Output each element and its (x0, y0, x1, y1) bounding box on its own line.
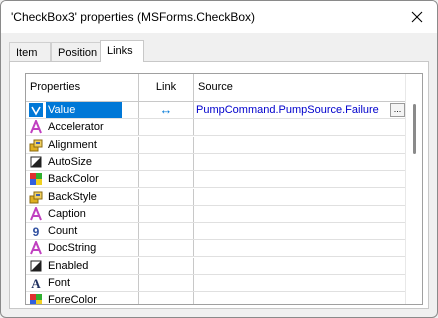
source-cell[interactable] (193, 292, 406, 304)
grid-row-docstring[interactable]: DocString (26, 240, 406, 258)
header-link[interactable]: Link (138, 74, 193, 101)
browse-source-button[interactable]: ... (390, 103, 405, 117)
property-name: Value (46, 102, 122, 118)
property-cell[interactable]: Value (26, 102, 138, 118)
tab-item-label: Item (16, 47, 38, 59)
close-button[interactable] (405, 5, 429, 29)
property-name: BackStyle (48, 190, 97, 203)
property-cell[interactable]: Alignment (26, 137, 138, 153)
link-cell[interactable] (138, 119, 193, 136)
link-cell[interactable] (138, 275, 193, 291)
text-icon (29, 119, 43, 134)
source-cell[interactable] (193, 205, 406, 222)
text-icon (29, 205, 43, 221)
vertical-scrollbar[interactable] (405, 74, 422, 304)
bool-square-icon (29, 155, 43, 169)
grid-row-enabled[interactable]: Enabled (26, 257, 406, 275)
color-icon (29, 172, 43, 186)
property-name: BackColor (48, 173, 99, 186)
property-name: Accelerator (48, 121, 104, 134)
link-cell[interactable] (138, 188, 193, 205)
bool-square-icon (29, 259, 43, 273)
svg-text:9: 9 (33, 225, 40, 238)
close-icon (411, 11, 423, 23)
property-name: Enabled (48, 259, 89, 272)
source-cell[interactable] (193, 188, 406, 205)
link-cell[interactable] (138, 153, 193, 170)
grid-row-backstyle[interactable]: BackStyle (26, 188, 406, 206)
link-cell[interactable]: ↔ (138, 102, 193, 118)
property-name: AutoSize (48, 155, 93, 168)
tab-item[interactable]: Item (9, 42, 51, 62)
scrollbar-thumb[interactable] (413, 104, 416, 154)
window-title: 'CheckBox3' properties (MSForms.CheckBox… (11, 10, 255, 24)
source-cell[interactable] (193, 119, 406, 136)
grid-row-font[interactable]: A Font (26, 275, 406, 292)
property-name: Caption (48, 207, 86, 220)
property-name: DocString (48, 242, 97, 255)
property-cell[interactable]: AutoSize (26, 154, 138, 170)
grid-row-count[interactable]: 9 Count (26, 223, 406, 241)
link-cell[interactable] (138, 205, 193, 222)
boolean-icon (29, 103, 43, 117)
tab-position-label: Position (58, 47, 98, 59)
properties-dialog: 'CheckBox3' properties (MSForms.CheckBox… (0, 0, 438, 318)
font-icon: A (29, 276, 43, 291)
source-cell[interactable] (193, 257, 406, 274)
header-properties[interactable]: Properties (30, 74, 138, 101)
property-grid: Properties Link Source Value ↔ PumpCommand… (25, 73, 423, 305)
property-name: ForeColor (48, 294, 97, 305)
link-cell[interactable] (138, 223, 193, 240)
link-cell[interactable] (138, 240, 193, 257)
link-arrows-icon: ↔ (159, 102, 173, 117)
grid-row-accelerator[interactable]: Accelerator (26, 119, 406, 137)
property-cell[interactable]: ForeColor (26, 292, 138, 305)
source-cell[interactable] (193, 240, 406, 257)
property-cell[interactable]: Accelerator (26, 119, 138, 135)
source-value: PumpCommand.PumpSource.Failure (196, 104, 379, 116)
color-icon (29, 293, 43, 304)
source-cell[interactable] (193, 223, 406, 240)
tab-strip: Item Position Links (9, 40, 429, 62)
link-cell[interactable] (138, 171, 193, 188)
property-cell[interactable]: BackStyle (26, 189, 138, 205)
enum-icon (29, 190, 43, 204)
enum-icon (29, 138, 43, 152)
svg-text:A: A (31, 276, 41, 290)
property-cell[interactable]: 9 Count (26, 223, 138, 239)
source-cell[interactable]: PumpCommand.PumpSource.Failure... (193, 102, 406, 118)
number-icon: 9 (29, 224, 43, 239)
property-name: Count (48, 225, 78, 238)
title-bar: 'CheckBox3' properties (MSForms.CheckBox… (1, 1, 437, 33)
tab-links[interactable]: Links (100, 40, 144, 62)
property-name: Font (48, 277, 71, 289)
grid-row-backcolor[interactable]: BackColor (26, 171, 406, 189)
grid-row-forecolor[interactable]: ForeColor (26, 292, 406, 305)
link-cell[interactable] (138, 136, 193, 153)
grid-row-caption[interactable]: Caption (26, 205, 406, 223)
property-cell[interactable]: A Font (26, 275, 138, 291)
grid-row-value[interactable]: Value ↔ PumpCommand.PumpSource.Failure... (26, 102, 406, 119)
grid-header: Properties Link Source (26, 74, 406, 102)
source-cell[interactable] (193, 275, 406, 291)
property-cell[interactable]: Caption (26, 205, 138, 222)
text-icon (29, 240, 43, 255)
grid-row-autosize[interactable]: AutoSize (26, 153, 406, 171)
property-cell[interactable]: DocString (26, 240, 138, 256)
link-cell[interactable] (138, 292, 193, 304)
header-source[interactable]: Source (193, 74, 406, 101)
tab-links-label: Links (107, 45, 133, 57)
property-name: Alignment (48, 138, 97, 151)
source-cell[interactable] (193, 136, 406, 153)
property-cell[interactable]: BackColor (26, 171, 138, 187)
property-cell[interactable]: Enabled (26, 258, 138, 274)
source-cell[interactable] (193, 153, 406, 170)
source-cell[interactable] (193, 171, 406, 188)
tab-position[interactable]: Position (51, 42, 101, 62)
link-cell[interactable] (138, 257, 193, 274)
grid-row-alignment[interactable]: Alignment (26, 136, 406, 154)
links-tab-panel: Properties Link Source Value ↔ PumpCommand… (9, 61, 429, 309)
